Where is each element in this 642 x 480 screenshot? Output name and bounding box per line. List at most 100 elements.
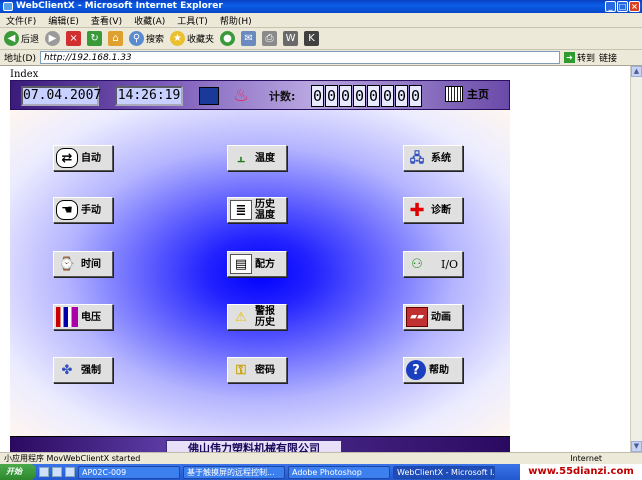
back-arrow-icon: ◀ (4, 31, 19, 46)
edit-button[interactable]: W (283, 31, 299, 46)
auto-button[interactable]: ⇄ 自动 (53, 145, 113, 171)
temperature-button[interactable]: ⫠ 温度 (227, 145, 287, 171)
quicklaunch-media-icon[interactable] (65, 467, 75, 477)
task-photoshop[interactable]: Adobe Photoshop (288, 465, 390, 479)
auto-mode-icon: ⇄ (56, 148, 78, 168)
home-page-button[interactable]: 主页 (445, 86, 489, 102)
window-title: WebClientX - Microsoft Internet Explorer (16, 1, 223, 11)
stop-icon: × (66, 31, 82, 46)
force-control-icon: ✤ (61, 362, 73, 378)
menu-tools[interactable]: 工具(T) (177, 14, 208, 27)
media-button[interactable]: ● (220, 31, 236, 46)
messenger-button[interactable]: K (304, 31, 320, 46)
task-ap02c[interactable]: AP02C-009 (78, 465, 180, 479)
maximize-button[interactable]: □ (617, 1, 628, 12)
watermark: www.55dianzi.com (520, 464, 642, 480)
menu-favorites[interactable]: 收藏(A) (134, 14, 165, 27)
counter-digit: 0 (395, 85, 408, 107)
ie-icon (3, 2, 13, 11)
task-webclientx[interactable]: WebClientX - Microsoft I... (393, 465, 495, 479)
mail-button[interactable]: ✉ (241, 31, 257, 46)
close-button[interactable]: × (629, 1, 640, 12)
links-label[interactable]: 链接 (599, 51, 617, 64)
date-display: 07.04.2007 (21, 86, 101, 106)
print-button[interactable]: ⎙ (262, 31, 278, 46)
go-arrow-icon: ➜ (563, 52, 575, 63)
back-button[interactable]: ◀ 后退 (4, 31, 39, 46)
manual-mode-icon: ☚ (56, 200, 78, 220)
document-icon: ≣ (230, 200, 252, 220)
io-button[interactable]: ⚇ I/O (403, 251, 463, 277)
star-icon: ★ (170, 31, 186, 46)
index-label: Index (10, 69, 39, 80)
temperature-chart-icon: ⫠ (237, 150, 245, 166)
minimize-button[interactable]: _ (605, 1, 616, 12)
voltage-button[interactable]: 电压 (53, 304, 113, 330)
io-network-icon: ⚇ (411, 256, 423, 272)
favorites-button[interactable]: ★ 收藏夹 (170, 31, 214, 46)
toolbar: ◀ 后退 ▶ × ↻ ⌂ ⚲ 搜索 ★ 收藏夹 ● ✉ ⎙ W K (0, 28, 642, 50)
window-titlebar: WebClientX - Microsoft Internet Explorer… (0, 0, 642, 13)
time-display: 14:26:19 (115, 86, 183, 106)
page-content: Index 07.04.2007 14:26:19 ♨ 计数: 0 0 0 0 … (0, 66, 630, 460)
menu-edit[interactable]: 编辑(E) (48, 14, 79, 27)
menu-help[interactable]: 帮助(H) (220, 14, 252, 27)
alarm-history-button[interactable]: ⚠ 警报 历史 (227, 304, 287, 330)
edit-icon: W (283, 31, 299, 46)
system-button[interactable]: 🖧 系统 (403, 145, 463, 171)
key-icon: ⚿ (236, 362, 246, 378)
recipe-button[interactable]: ▤ 配方 (227, 251, 287, 277)
diagnose-button[interactable]: ✚ 诊断 (403, 197, 463, 223)
media-icon: ● (220, 31, 236, 46)
mail-icon: ✉ (241, 31, 257, 46)
scroll-down-icon[interactable]: ▼ (631, 441, 642, 452)
scroll-up-icon[interactable]: ▲ (631, 66, 642, 77)
task-remote-control[interactable]: 基于触摸屏的远程控制... (183, 465, 285, 479)
address-label: 地址(D) (4, 54, 36, 64)
keyboard-icon (445, 86, 463, 102)
forward-arrow-icon: ▶ (45, 31, 61, 46)
search-icon: ⚲ (129, 31, 145, 46)
voltage-bars-icon (56, 307, 78, 327)
password-button[interactable]: ⚿ 密码 (227, 357, 287, 383)
menu-file[interactable]: 文件(F) (6, 14, 36, 27)
refresh-button[interactable]: ↻ (87, 31, 103, 46)
go-button[interactable]: ➜ 转到 (563, 51, 595, 64)
taskbar: 开始 AP02C-009 基于触摸屏的远程控制... Adobe Photosh… (0, 464, 642, 480)
time-button[interactable]: ⌚ 时间 (53, 251, 113, 277)
forward-button[interactable]: ▶ (45, 31, 61, 46)
counter-digit: 0 (311, 85, 324, 107)
start-button[interactable]: 开始 (0, 464, 36, 480)
warning-icon: ⚠ (235, 309, 247, 325)
help-button[interactable]: ? 帮助 (403, 357, 463, 383)
quicklaunch-ie-icon[interactable] (39, 467, 49, 477)
counter-digit: 0 (409, 85, 422, 107)
counter-digit: 0 (325, 85, 338, 107)
messenger-icon: K (304, 31, 320, 46)
security-zone: Internet (570, 454, 602, 463)
status-bar: 小应用程序 MovWebClientX started Internet (0, 452, 642, 464)
network-computer-icon: 🖧 (409, 150, 425, 166)
red-cross-icon: ✚ (409, 199, 425, 221)
search-button[interactable]: ⚲ 搜索 (129, 31, 164, 46)
home-icon: ⌂ (108, 31, 124, 46)
history-temperature-button[interactable]: ≣ 历史 温度 (227, 197, 287, 223)
animation-button[interactable]: ▰▰ 动画 (403, 304, 463, 330)
computer-icon (199, 87, 219, 105)
address-input[interactable]: http://192.168.1.33 (39, 51, 560, 64)
clock-icon: ⌚ (58, 256, 76, 272)
hmi-header: 07.04.2007 14:26:19 ♨ 计数: 0 0 0 0 0 0 0 … (10, 80, 510, 110)
counter-digit: 0 (367, 85, 380, 107)
machine-icon: ▰▰ (406, 307, 428, 327)
force-button[interactable]: ✤ 强制 (53, 357, 113, 383)
manual-button[interactable]: ☚ 手动 (53, 197, 113, 223)
home-nav-button[interactable]: ⌂ (108, 31, 124, 46)
quicklaunch-desktop-icon[interactable] (52, 467, 62, 477)
status-text: 小应用程序 MovWebClientX started (4, 454, 141, 463)
stop-button[interactable]: × (66, 31, 82, 46)
help-icon: ? (406, 360, 426, 380)
vertical-scrollbar[interactable]: ▲ ▼ (630, 66, 642, 452)
menu-view[interactable]: 查看(V) (91, 14, 122, 27)
refresh-icon: ↻ (87, 31, 103, 46)
counter-display: 0 0 0 0 0 0 0 0 (311, 85, 422, 107)
